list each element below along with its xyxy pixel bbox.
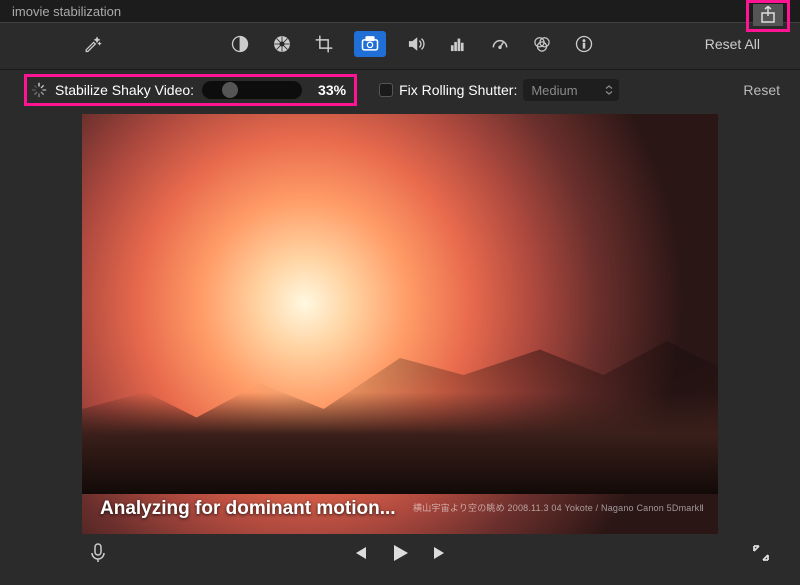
window-titlebar: imovie stabilization [0,0,800,22]
window-title: imovie stabilization [12,4,788,19]
previous-button[interactable] [351,544,369,565]
microphone-icon[interactable] [90,543,106,566]
share-icon [760,6,776,24]
stabilization-settings-row: Stabilize Shaky Video: 33% Fix Rolling S… [0,70,800,110]
stabilize-shaky-video-group: Stabilize Shaky Video: 33% [24,74,357,106]
stabilization-icon[interactable] [354,31,386,57]
rolling-shutter-checkbox[interactable] [379,83,393,97]
stabilize-label: Stabilize Shaky Video: [55,82,194,98]
share-button[interactable] [753,4,783,26]
play-button[interactable] [389,542,411,567]
next-button[interactable] [431,544,449,565]
video-preview: Analyzing for dominant motion... 横山宇宙より空… [82,114,718,534]
slider-thumb[interactable] [222,82,238,98]
reset-all-button[interactable]: Reset All [705,36,760,52]
rolling-shutter-select[interactable]: Medium [523,79,619,101]
magic-wand-icon[interactable] [80,32,104,56]
noise-reduction-icon[interactable] [446,32,470,56]
chevron-updown-icon [605,85,613,95]
color-correction-icon[interactable] [270,32,294,56]
adjustment-toolbar: Reset All [0,22,800,70]
playback-controls [0,534,800,574]
color-filter-icon[interactable] [530,32,554,56]
volume-icon[interactable] [404,32,428,56]
preview-metadata-text: 横山宇宙より空の眺め 2008.11.3 04 Yokote / Nagano … [413,501,704,514]
fullscreen-icon[interactable] [752,544,770,565]
video-frame: Analyzing for dominant motion... 横山宇宙より空… [82,114,718,534]
speed-icon[interactable] [488,32,512,56]
preview-status-text: Analyzing for dominant motion... [100,498,396,520]
loading-spinner-icon [31,82,47,98]
rolling-shutter-select-value: Medium [531,83,577,98]
color-balance-icon[interactable] [228,32,252,56]
rolling-shutter-label: Fix Rolling Shutter: [399,82,517,98]
stabilize-value: 33% [310,82,346,98]
crop-icon[interactable] [312,32,336,56]
stabilize-slider[interactable] [202,81,302,99]
reset-button[interactable]: Reset [743,82,780,98]
info-icon[interactable] [572,32,596,56]
